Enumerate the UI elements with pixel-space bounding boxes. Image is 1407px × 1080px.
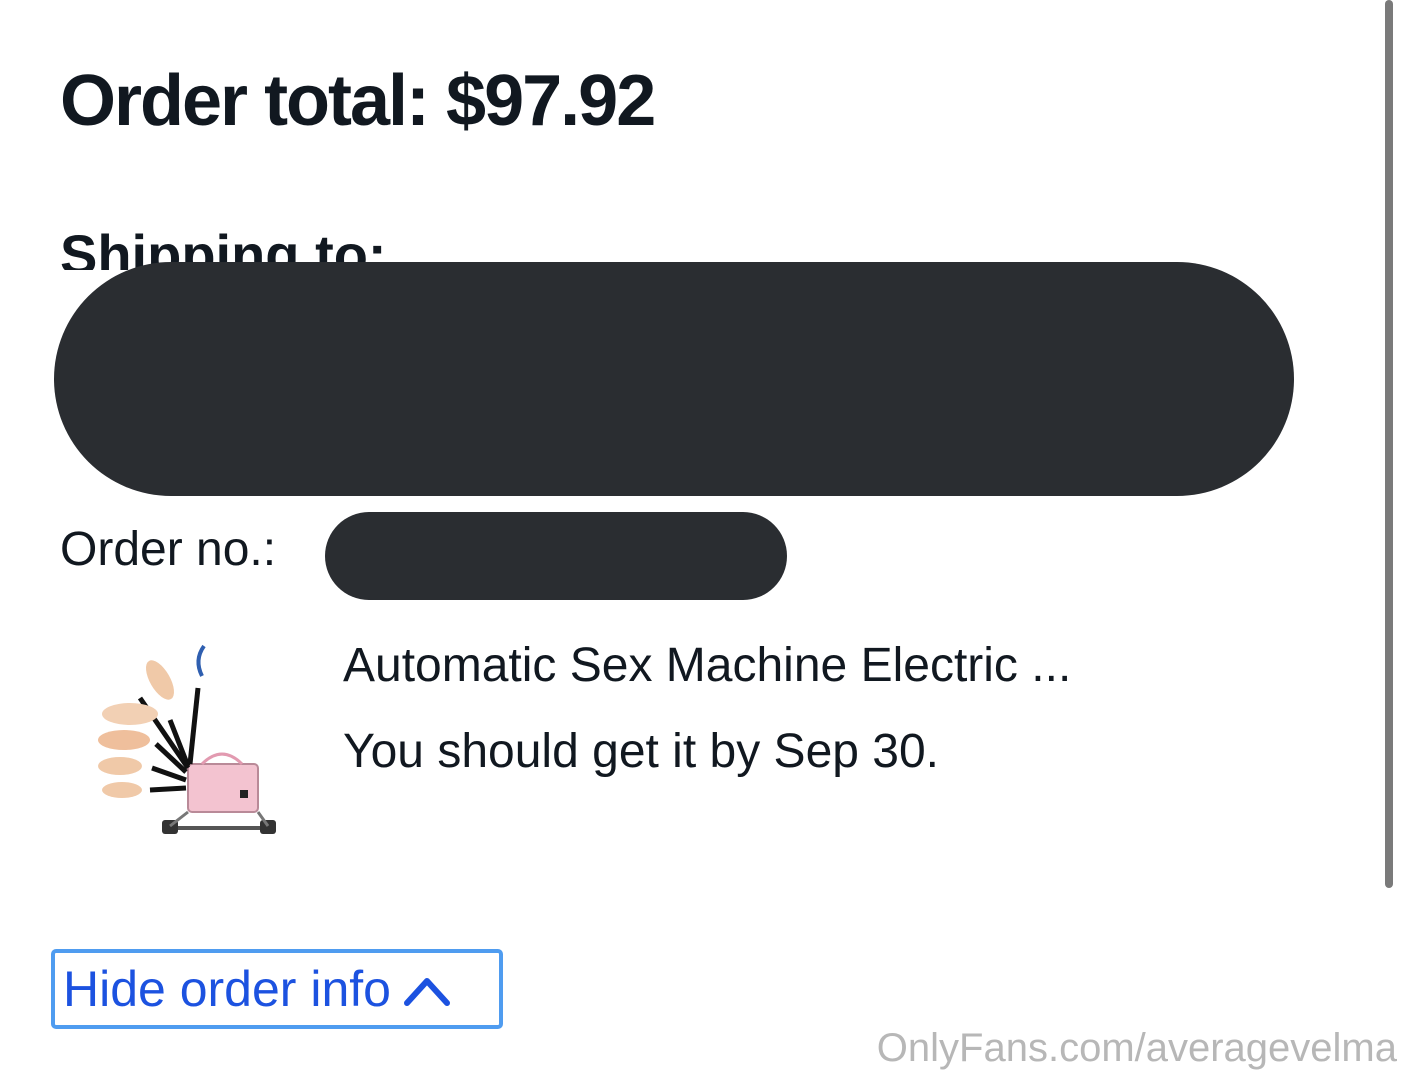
hide-order-info-label: Hide order info xyxy=(63,961,391,1017)
redacted-address-block xyxy=(54,262,1294,496)
product-thumbnail[interactable] xyxy=(90,640,290,850)
order-total: Order total: $97.92 xyxy=(60,61,656,141)
redacted-order-number xyxy=(325,512,787,600)
item-title[interactable]: Automatic Sex Machine Electric ... xyxy=(343,638,1071,693)
order-details-panel: Order total: $97.92 Shipping to: d Order… xyxy=(0,0,1407,1080)
hide-order-info-button[interactable]: Hide order info xyxy=(51,949,503,1029)
chevron-up-icon xyxy=(403,969,451,1009)
watermark: OnlyFans.com/averagevelma xyxy=(876,1026,1397,1070)
scrollbar[interactable] xyxy=(1385,0,1393,888)
order-number-label: Order no.: xyxy=(60,523,277,576)
product-image-icon xyxy=(98,644,276,834)
delivery-estimate: You should get it by Sep 30. xyxy=(343,725,940,778)
